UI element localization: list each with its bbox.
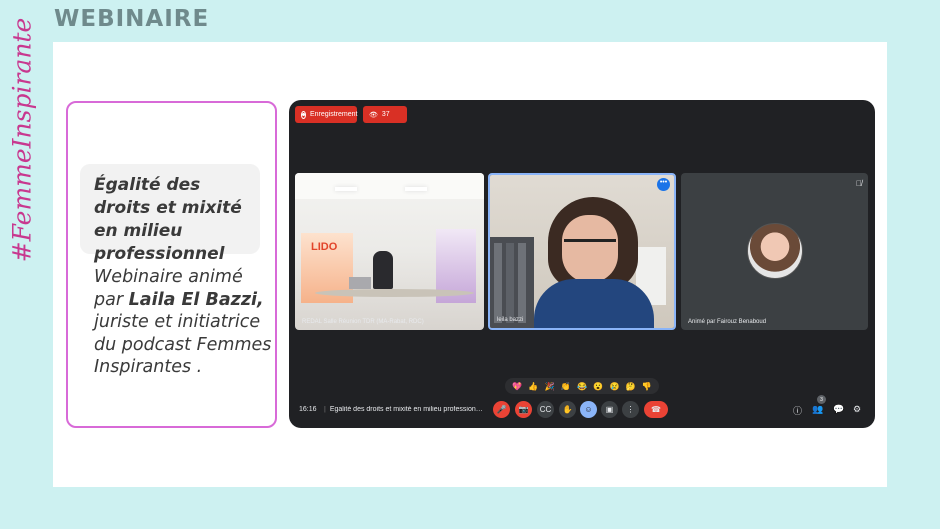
side-hashtag-text: #FemmeInspirante <box>7 17 37 263</box>
people-icon[interactable]: 👥 <box>812 404 823 415</box>
participant-name: REDAL Salle Réunion TDR (MA-Rabat, RDC) <box>302 319 424 325</box>
meeting-title: Égalité des droits et mixité en milieu p… <box>324 406 484 413</box>
heart-reaction-icon[interactable]: 💖 <box>512 382 522 391</box>
host-suffix: juriste et initiatrice du podcast Femmes… <box>94 312 272 377</box>
recording-indicator[interactable]: Enregistrement <box>295 106 357 123</box>
participant-name: leila bazzi <box>497 317 524 323</box>
eye-icon: 👁 <box>369 111 378 119</box>
viewer-count: 37 <box>381 111 390 118</box>
laugh-reaction-icon[interactable]: 😂 <box>577 382 587 391</box>
party-reaction-icon[interactable]: 🎉 <box>545 382 555 391</box>
thinking-reaction-icon[interactable]: 🤔 <box>626 382 636 391</box>
captions-icon[interactable]: CC <box>537 401 554 418</box>
present-screen-icon[interactable]: ▣ <box>601 401 618 418</box>
room-video: LIDO <box>295 173 484 330</box>
activities-icon[interactable]: ⚙ <box>853 404 861 415</box>
reactions-bar: 💖 👍 🎉 👏 😂 😮 😢 🤔 👎 <box>505 378 659 394</box>
mic-toggle-icon[interactable]: 🎤 <box>493 401 510 418</box>
room-banner-text: LIDO <box>311 241 338 253</box>
control-bar: 16:16 Égalité des droits et mixité en mi… <box>289 395 875 421</box>
participant-tile-speaker[interactable]: ••• leila bazzi <box>488 173 676 330</box>
avatar <box>747 223 803 279</box>
host-name: Laila El Bazzi, <box>128 289 264 310</box>
participant-tile-avatar[interactable]: 🎙̸ Animé par Fairouz Benaboud <box>681 173 868 330</box>
participant-name: Animé par Fairouz Benaboud <box>688 319 767 325</box>
info-icon[interactable]: ⓘ <box>793 404 802 417</box>
thumbs-down-reaction-icon[interactable]: 👎 <box>642 382 652 391</box>
mic-off-icon: 🎙̸ <box>856 179 862 188</box>
sad-reaction-icon[interactable]: 😢 <box>609 382 619 391</box>
host-description: Webinaire animé par Laila El Bazzi, juri… <box>94 266 274 379</box>
emoji-icon[interactable]: ☺ <box>580 401 597 418</box>
clap-reaction-icon[interactable]: 👏 <box>561 382 571 391</box>
camera-toggle-icon[interactable]: 📷 <box>515 401 532 418</box>
topic-title: Égalité des droits et mixité en milieu p… <box>94 175 242 264</box>
hang-up-icon[interactable]: ☎ <box>644 401 668 418</box>
chat-icon[interactable]: 💬 <box>833 404 844 415</box>
slide-heading: WEBINAIRE <box>54 6 210 32</box>
record-icon <box>301 110 306 119</box>
more-options-icon[interactable]: ⋮ <box>622 401 639 418</box>
surprised-reaction-icon[interactable]: 😮 <box>593 382 603 391</box>
people-count-badge: 3 <box>817 395 826 404</box>
more-options-icon[interactable]: ••• <box>657 178 670 191</box>
raise-hand-icon[interactable]: ✋ <box>559 401 576 418</box>
viewer-count-badge[interactable]: 👁 37 <box>363 106 407 123</box>
topic-box: Égalité des droits et mixité en milieu p… <box>80 164 260 264</box>
thumbs-up-reaction-icon[interactable]: 👍 <box>528 382 538 391</box>
speaker-video <box>490 175 674 328</box>
recording-label: Enregistrement <box>310 111 358 118</box>
participant-tile-room[interactable]: LIDO REDAL Salle Réunion TDR (MA-Rabat, … <box>295 173 484 330</box>
meeting-window: Enregistrement 👁 37 LIDO REDAL Salle Réu… <box>289 100 875 428</box>
meeting-clock: 16:16 <box>299 406 317 413</box>
webinar-info-card: Égalité des droits et mixité en milieu p… <box>66 101 277 428</box>
